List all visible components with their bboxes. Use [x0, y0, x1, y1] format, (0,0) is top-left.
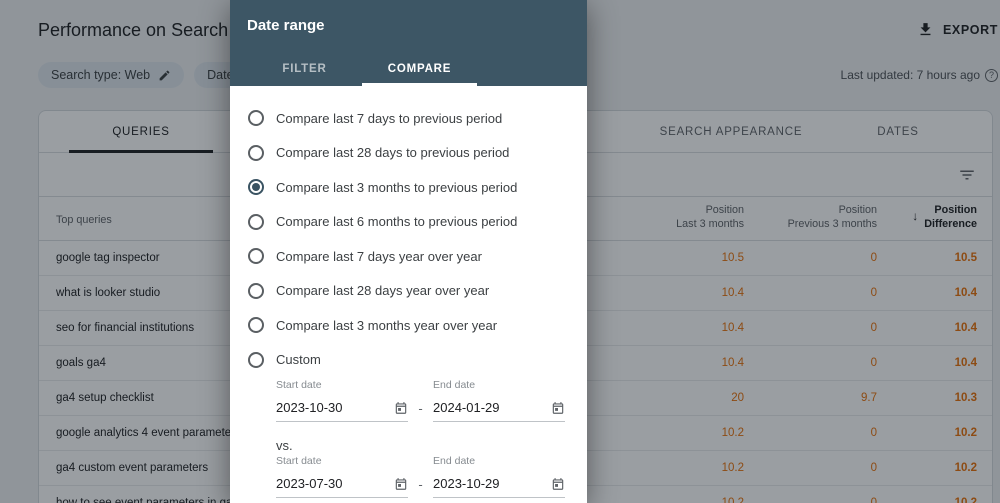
start-date-value[interactable]: 2023-10-30 [276, 400, 343, 415]
radio-option[interactable]: Compare last 7 days to previous period [230, 101, 587, 136]
radio-option[interactable]: Compare last 7 days year over year [230, 239, 587, 274]
start-date-label: Start date [276, 455, 322, 467]
end-date-value[interactable]: 2023-10-29 [433, 476, 500, 491]
radio-icon [248, 213, 264, 230]
radio-icon [248, 144, 264, 161]
start-date-field-2[interactable]: Start date 2023-07-30 [276, 455, 408, 498]
radio-selected-icon [248, 179, 264, 196]
radio-icon [248, 282, 264, 299]
radio-option-custom[interactable]: Custom [230, 343, 587, 378]
radio-icon [248, 351, 264, 368]
radio-option[interactable]: Compare last 3 months year over year [230, 308, 587, 343]
custom-date-section: Start date 2023-10-30 - End date 2024-01… [230, 377, 587, 498]
dialog-header: Date range FILTER COMPARE [230, 0, 587, 86]
end-date-value[interactable]: 2024-01-29 [433, 400, 500, 415]
start-date-label: Start date [276, 379, 322, 391]
dialog-body: Compare last 7 days to previous period C… [230, 86, 587, 498]
radio-icon [248, 317, 264, 334]
end-date-field-2[interactable]: End date 2023-10-29 [433, 455, 565, 498]
calendar-icon[interactable] [551, 401, 565, 415]
dialog-title: Date range [247, 17, 325, 34]
end-date-label: End date [433, 455, 476, 467]
radio-option-selected[interactable]: Compare last 3 months to previous period [230, 170, 587, 205]
radio-option[interactable]: Compare last 6 months to previous period [230, 205, 587, 240]
active-tab-indicator [362, 83, 477, 86]
dialog-tabs: FILTER COMPARE [247, 52, 477, 86]
calendar-icon[interactable] [394, 477, 408, 491]
date-range-row-1: Start date 2023-10-30 - End date 2024-01… [276, 379, 569, 422]
end-date-field-1[interactable]: End date 2024-01-29 [433, 379, 565, 422]
calendar-icon[interactable] [394, 401, 408, 415]
radio-option[interactable]: Compare last 28 days year over year [230, 274, 587, 309]
calendar-icon[interactable] [551, 477, 565, 491]
radio-option[interactable]: Compare last 28 days to previous period [230, 136, 587, 171]
vs-label: vs. [276, 438, 293, 453]
date-separator: - [418, 477, 423, 492]
radio-icon [248, 248, 264, 265]
radio-icon [248, 110, 264, 127]
tab-compare-label: COMPARE [387, 63, 452, 75]
date-separator: - [418, 401, 423, 416]
date-range-dialog: Date range FILTER COMPARE Compare last 7… [230, 0, 587, 503]
tab-filter[interactable]: FILTER [247, 52, 362, 86]
date-range-row-2: Start date 2023-07-30 - End date 2023-10… [276, 455, 569, 498]
end-date-label: End date [433, 379, 476, 391]
tab-compare[interactable]: COMPARE [362, 52, 477, 86]
start-date-field-1[interactable]: Start date 2023-10-30 [276, 379, 408, 422]
start-date-value[interactable]: 2023-07-30 [276, 476, 343, 491]
